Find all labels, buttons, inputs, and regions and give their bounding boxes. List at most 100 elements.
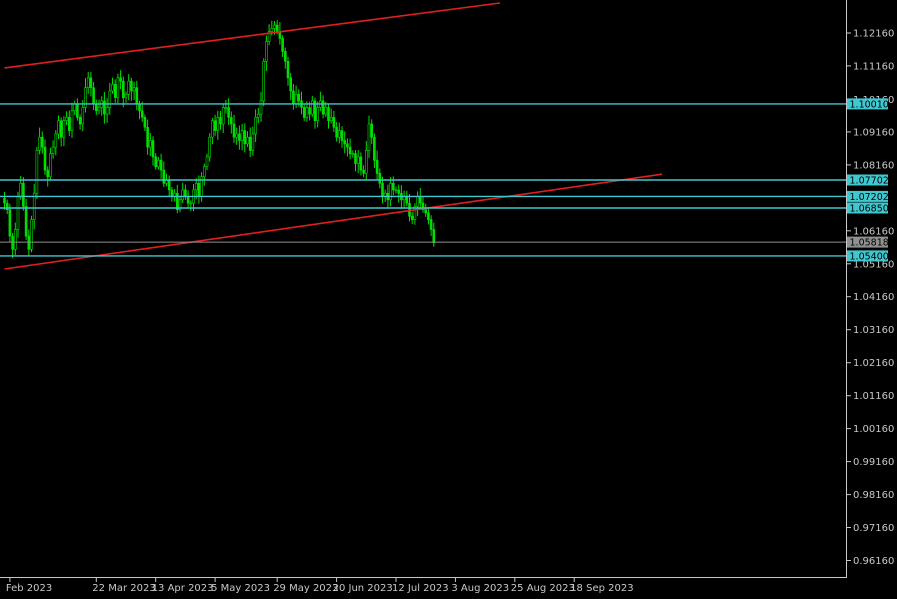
candle-body	[221, 107, 225, 125]
candle-body	[11, 235, 14, 250]
candle-body	[14, 229, 17, 250]
level-price-tag-text: 1.10010	[850, 100, 889, 111]
candle-body	[410, 216, 414, 220]
candle-body	[208, 136, 211, 158]
candle-body	[5, 202, 9, 211]
candle-body	[49, 153, 52, 178]
time-tick-label: 12 Jul 2023	[392, 583, 449, 594]
current-price-tag-text: 1.05818	[850, 238, 889, 249]
candle-body	[181, 189, 184, 201]
candle-body	[389, 183, 392, 201]
candle-body	[429, 219, 433, 230]
candle-body	[292, 90, 295, 105]
level-price-tag-text: 1.07202	[850, 192, 889, 203]
candle-body	[24, 206, 28, 237]
candle-body	[416, 196, 419, 207]
candle-body	[262, 60, 266, 102]
candle-body	[391, 183, 395, 191]
candle-body	[375, 159, 379, 174]
candle-body	[316, 107, 320, 121]
candle-body	[248, 136, 252, 151]
time-tick-label: 22 Mar 2023	[92, 583, 155, 594]
candle-body	[418, 196, 422, 204]
candle-body	[340, 130, 344, 141]
candle-body	[35, 150, 39, 194]
candle-body	[146, 127, 149, 148]
candle-body	[351, 153, 355, 155]
price-tick-label: 0.99160	[853, 457, 894, 468]
price-tick-label: 1.00160	[853, 424, 894, 435]
candle-body	[346, 143, 349, 148]
candle-body	[205, 156, 209, 168]
candle-body	[348, 146, 352, 155]
candle-body	[154, 156, 157, 168]
level-price-tag-text: 1.07702	[850, 176, 889, 187]
candle-body	[337, 130, 341, 138]
candle-body	[327, 107, 330, 121]
candle-body	[135, 87, 139, 105]
candle-body	[132, 87, 136, 92]
candle-body	[113, 84, 117, 98]
candle-body	[3, 197, 6, 204]
candle-body	[119, 77, 122, 82]
candle-body	[224, 107, 228, 109]
candle-body	[286, 60, 290, 79]
candle-body	[73, 103, 76, 112]
candle-body	[332, 117, 336, 128]
candle-body	[294, 94, 298, 105]
level-price-tag-text: 1.06850	[850, 204, 889, 215]
candle-body	[143, 117, 147, 128]
candle-body	[432, 229, 436, 243]
candle-body	[38, 136, 41, 151]
candle-body	[78, 117, 82, 125]
candle-body	[59, 120, 63, 138]
price-chart[interactable]: 1.121601.111601.091601.081601.061601.051…	[0, 0, 897, 599]
candle-body	[240, 130, 244, 141]
candle-body	[95, 103, 98, 112]
candle-body	[405, 196, 409, 204]
candle-body	[167, 179, 171, 191]
candle-body	[32, 192, 36, 220]
price-tick-label: 0.97160	[853, 523, 894, 534]
candle-body	[140, 110, 144, 118]
candle-body	[329, 117, 333, 122]
candle-body	[297, 94, 301, 102]
candle-body	[356, 156, 360, 164]
candle-body	[256, 113, 260, 118]
time-tick-label: 5 May 2023	[211, 583, 270, 594]
candle-body	[367, 123, 371, 151]
candle-body	[232, 123, 236, 138]
candle-body	[43, 146, 47, 171]
candle-body	[103, 100, 106, 115]
candle-body	[230, 117, 233, 125]
candle-body	[108, 90, 112, 108]
candle-body	[343, 140, 347, 145]
time-tick-label: 3 Aug 2023	[451, 583, 509, 594]
candle-body	[238, 133, 241, 141]
candle-body	[273, 24, 276, 29]
price-tick-label: 0.98160	[853, 490, 894, 501]
price-tick-label: 1.04160	[853, 292, 894, 303]
candle-body	[46, 169, 50, 178]
candle-body	[424, 209, 428, 214]
price-tick-label: 1.11160	[853, 61, 894, 72]
level-price-tag-text: 1.05400	[850, 252, 889, 263]
candle-body	[335, 127, 338, 138]
price-tick-label: 1.09160	[853, 127, 894, 138]
candle-body	[373, 136, 376, 161]
candle-body	[381, 183, 384, 197]
candle-body	[427, 212, 430, 220]
candle-body	[22, 183, 25, 207]
candle-body	[92, 87, 95, 105]
candle-body	[57, 120, 60, 135]
candle-body	[270, 28, 274, 32]
candle-body	[54, 133, 58, 148]
candle-body	[186, 196, 190, 204]
candle-body	[68, 117, 71, 131]
price-tick-label: 1.08160	[853, 160, 894, 171]
candle-body	[97, 107, 101, 112]
candle-body	[310, 100, 314, 115]
price-tick-label: 1.12160	[853, 29, 894, 40]
candle-body	[321, 100, 325, 115]
candle-body	[184, 189, 187, 197]
